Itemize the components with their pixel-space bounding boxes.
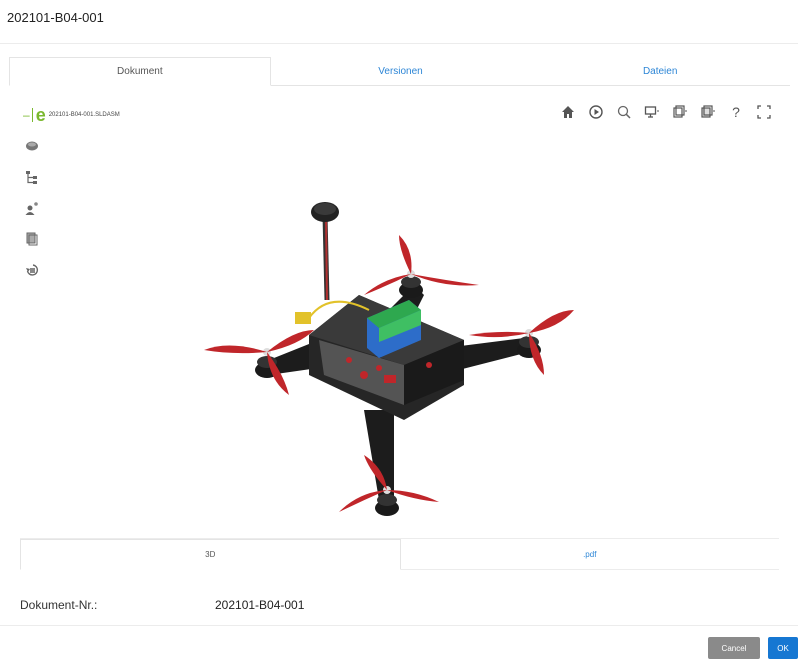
svg-text:?: ? (732, 104, 740, 120)
fullscreen-icon[interactable] (756, 104, 772, 120)
zoom-icon[interactable] (616, 104, 632, 120)
display-icon[interactable] (644, 104, 660, 120)
xt60-connector (295, 312, 311, 324)
explode-icon[interactable] (700, 104, 716, 120)
viewer-toolbar: ? (560, 104, 772, 120)
document-number-label: Dokument-Nr.: (20, 598, 98, 612)
play-icon[interactable] (588, 104, 604, 120)
footer-separator (0, 625, 798, 626)
tab-dateien[interactable]: Dateien (530, 57, 790, 85)
parts-icon[interactable] (24, 138, 40, 154)
title-separator (0, 43, 798, 44)
dialog-title: 202101-B04-001 (7, 10, 104, 25)
tab-pdf[interactable]: .pdf (401, 539, 780, 569)
tab-versionen[interactable]: Versionen (271, 57, 531, 85)
help-icon[interactable]: ? (728, 104, 744, 120)
section-icon[interactable] (672, 104, 688, 120)
users-icon[interactable] (24, 200, 40, 216)
3d-viewer[interactable]: – e 202101-B04-001.SLDASM ? (9, 90, 790, 530)
document-number-value: 202101-B04-001 (215, 598, 305, 612)
brand-logo: – e (23, 105, 46, 125)
rotate-icon[interactable] (24, 262, 40, 278)
drone-model[interactable] (199, 190, 579, 570)
viewer-side-toolbar (24, 138, 40, 278)
document-number-row: Dokument-Nr.: 202101-B04-001 (20, 598, 304, 612)
propeller-back (364, 235, 479, 295)
top-tabs: Dokument Versionen Dateien (9, 57, 790, 86)
cancel-button[interactable]: Cancel (708, 637, 760, 659)
viewer-header: – e 202101-B04-001.SLDASM (23, 105, 120, 125)
motor-back (399, 270, 423, 298)
file-format-tabs: 3D .pdf (20, 538, 779, 570)
tree-icon[interactable] (24, 169, 40, 185)
arm-front (364, 410, 394, 500)
layers-icon[interactable] (24, 231, 40, 247)
file-name: 202101-B04-001.SLDASM (48, 112, 120, 118)
tab-3d[interactable]: 3D (20, 539, 401, 570)
ok-button[interactable]: OK (768, 637, 798, 659)
home-icon[interactable] (560, 104, 576, 120)
tab-dokument[interactable]: Dokument (9, 57, 271, 86)
